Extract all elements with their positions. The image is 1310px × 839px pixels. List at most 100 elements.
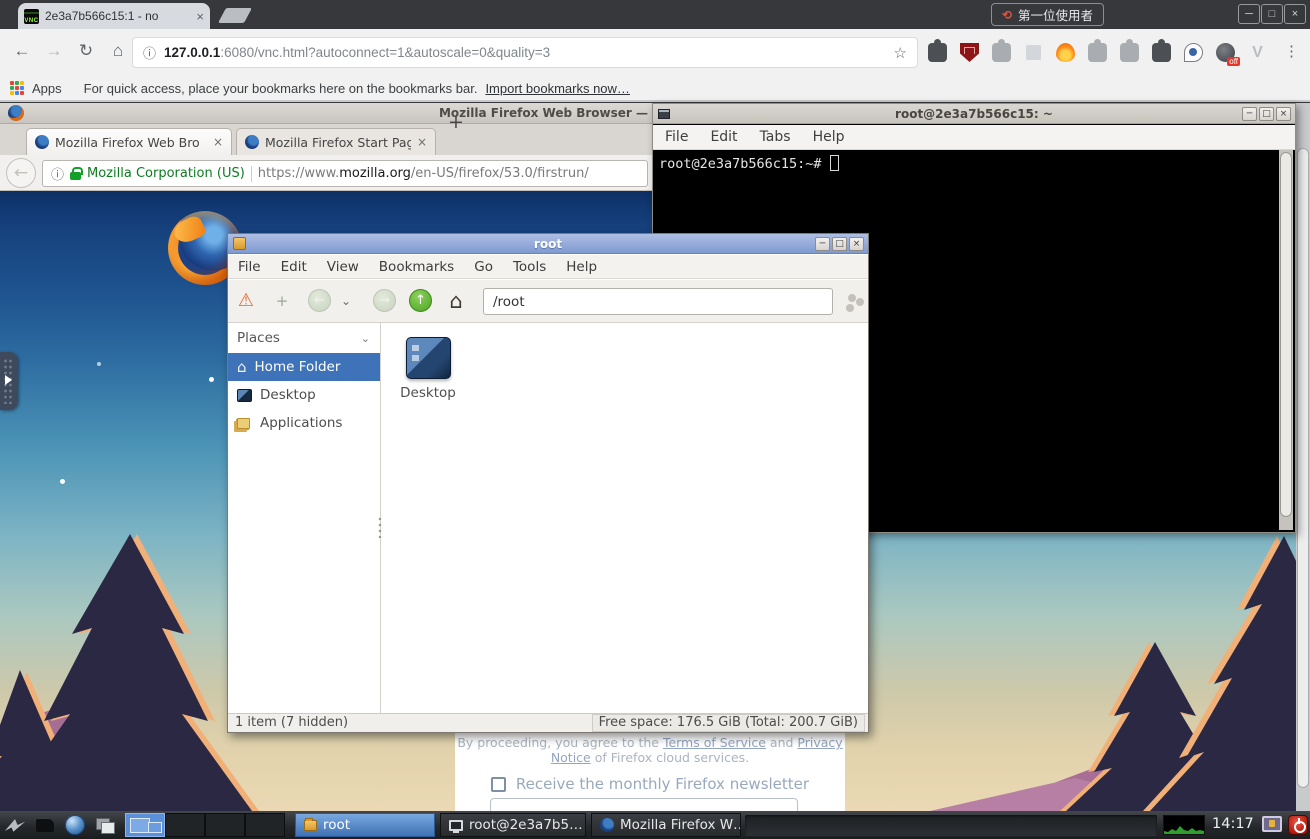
clock[interactable]: 14:17 — [1212, 816, 1254, 832]
terminal-maximize-button[interactable]: □ — [1259, 107, 1274, 121]
firefox-tab-label: Mozilla Firefox Start Pag — [265, 135, 411, 150]
places-selector[interactable]: Places ⌄ — [228, 323, 380, 353]
newsletter-checkbox[interactable] — [491, 777, 506, 792]
firefox-new-tab-icon[interactable]: + — [448, 111, 464, 133]
side-pane-icon[interactable] — [848, 294, 856, 302]
reload-icon[interactable]: ↻ — [74, 41, 98, 61]
nav-forward-icon[interactable]: → — [373, 289, 396, 312]
vnc-scrollbar[interactable] — [1296, 103, 1310, 811]
tab-close-icon[interactable]: × — [196, 10, 204, 23]
terminal-titlebar[interactable]: root@2e3a7b566c15: ~ ─ □ × — [653, 104, 1295, 124]
fm-minimize-button[interactable]: ─ — [815, 237, 830, 251]
proxy-extension-icon[interactable]: off — [1216, 43, 1235, 62]
vimium-extension-icon[interactable]: V — [1248, 43, 1267, 62]
workspace-4[interactable] — [245, 813, 285, 837]
app-menu-button[interactable] — [2, 814, 28, 836]
apps-label[interactable]: Apps — [32, 81, 62, 96]
window-minimize-button[interactable]: ─ — [1238, 4, 1260, 24]
chevron-down-icon[interactable]: ⌄ — [334, 290, 358, 312]
chrome-url-bar[interactable]: ⓘ 127.0.0.1:6080/vnc.html?autoconnect=1&… — [132, 37, 918, 68]
menu-view[interactable]: View — [327, 259, 359, 275]
menu-bookmarks[interactable]: Bookmarks — [379, 259, 454, 275]
taskbar-button-root[interactable]: root — [295, 813, 435, 837]
extension-puzzle-icon[interactable] — [1088, 43, 1107, 62]
home-icon[interactable]: ⌂ — [444, 290, 468, 312]
firefox-url-bar[interactable]: ⓘ Mozilla Corporation (US) https://www.m… — [42, 160, 648, 187]
new-tab-icon[interactable]: + — [270, 290, 294, 312]
expand-arrow-icon — [5, 375, 12, 385]
terminal-scrollbar[interactable] — [1279, 150, 1293, 530]
sidebar-item-desktop[interactable]: Desktop — [228, 381, 380, 409]
new-tab-button[interactable] — [218, 8, 252, 23]
firefox-tab-start-page[interactable]: Mozilla Firefox Start Pag × — [236, 128, 436, 155]
tab-close-icon[interactable]: × — [213, 135, 223, 149]
window-maximize-button[interactable]: □ — [1261, 4, 1283, 24]
extension-puzzle-icon[interactable] — [1152, 43, 1171, 62]
workspace-3[interactable] — [205, 813, 245, 837]
files-launcher[interactable] — [32, 814, 58, 836]
apps-grid-icon[interactable] — [10, 81, 24, 95]
ublock-origin-icon[interactable] — [960, 43, 979, 62]
page-info-icon[interactable]: ⓘ — [143, 43, 156, 62]
firefox-tab-web-browser[interactable]: Mozilla Firefox Web Bro × — [26, 128, 232, 155]
email-field[interactable] — [490, 798, 798, 811]
warning-icon[interactable]: ⚠ — [234, 290, 258, 312]
nav-back-icon[interactable]: ← — [308, 289, 331, 312]
back-icon[interactable]: ← — [10, 41, 34, 61]
forward-icon[interactable]: → — [42, 41, 66, 61]
menu-help[interactable]: Help — [813, 129, 845, 145]
firefox-back-button[interactable]: ← — [6, 158, 36, 188]
menu-edit[interactable]: Edit — [710, 129, 737, 145]
flame-extension-icon[interactable] — [1056, 43, 1075, 62]
menu-file[interactable]: File — [665, 129, 688, 145]
show-desktop-button[interactable] — [92, 814, 118, 836]
terminal-close-button[interactable]: × — [1276, 107, 1291, 121]
menu-edit[interactable]: Edit — [281, 259, 307, 275]
power-button[interactable] — [1288, 815, 1308, 835]
browser-launcher[interactable] — [62, 814, 88, 836]
terminal-scrollbar-thumb[interactable] — [1280, 152, 1292, 517]
bookmark-star-icon[interactable]: ☆ — [894, 44, 907, 62]
taskbar-button-firefox[interactable]: Mozilla Firefox W… — [591, 813, 741, 837]
menu-file[interactable]: File — [238, 259, 261, 275]
extension-puzzle-icon[interactable] — [1120, 43, 1139, 62]
identity-label[interactable]: Mozilla Corporation (US) — [87, 166, 245, 181]
desktop-icon — [237, 389, 252, 402]
lock-screen-icon[interactable] — [1262, 816, 1282, 832]
fm-path-bar[interactable]: /root — [483, 288, 833, 315]
workspace-1[interactable] — [125, 813, 165, 837]
extension-puzzle-icon[interactable] — [992, 43, 1011, 62]
fm-close-button[interactable]: × — [849, 237, 864, 251]
sidebar-item-applications[interactable]: Applications — [228, 409, 380, 437]
terminal-minimize-button[interactable]: ─ — [1242, 107, 1257, 121]
extension-puzzle-icon[interactable] — [928, 43, 947, 62]
menu-help[interactable]: Help — [566, 259, 597, 275]
menu-tools[interactable]: Tools — [513, 259, 546, 275]
desktop-folder-item[interactable]: Desktop — [398, 337, 458, 401]
terminal-cursor — [830, 155, 839, 171]
vnc-scrollbar-thumb[interactable] — [1297, 148, 1309, 788]
chrome-tab[interactable]: VNC 2e3a7b566c15:1 - no × — [18, 3, 210, 29]
sidebar-resize-grip[interactable] — [378, 516, 382, 538]
workspace-2[interactable] — [165, 813, 205, 837]
profile-chip[interactable]: ⟲ 第一位使用者 — [991, 3, 1104, 26]
info-icon[interactable]: ⓘ — [51, 164, 64, 183]
chrome-menu-icon[interactable]: ⋮ — [1284, 42, 1300, 60]
import-bookmarks-link[interactable]: Import bookmarks now… — [485, 81, 630, 96]
tab-close-icon[interactable]: × — [417, 135, 427, 149]
menu-go[interactable]: Go — [474, 259, 493, 275]
extension-grid-icon[interactable] — [1024, 43, 1043, 62]
terms-link[interactable]: Terms of Service — [663, 735, 766, 750]
divider — [251, 166, 252, 182]
novnc-control-handle[interactable] — [0, 352, 18, 410]
home-icon[interactable]: ⌂ — [106, 41, 130, 61]
chat-extension-icon[interactable] — [1184, 43, 1203, 62]
fm-maximize-button[interactable]: □ — [832, 237, 847, 251]
window-close-button[interactable]: × — [1284, 4, 1306, 24]
fm-titlebar[interactable]: root ─ □ × — [228, 234, 868, 254]
nav-up-icon[interactable]: ↑ — [409, 289, 432, 312]
sidebar-item-home[interactable]: ⌂ Home Folder — [228, 353, 380, 381]
menu-tabs[interactable]: Tabs — [760, 129, 791, 145]
taskbar-button-terminal[interactable]: root@2e3a7b5… — [440, 813, 586, 837]
cpu-monitor[interactable] — [1163, 815, 1205, 835]
